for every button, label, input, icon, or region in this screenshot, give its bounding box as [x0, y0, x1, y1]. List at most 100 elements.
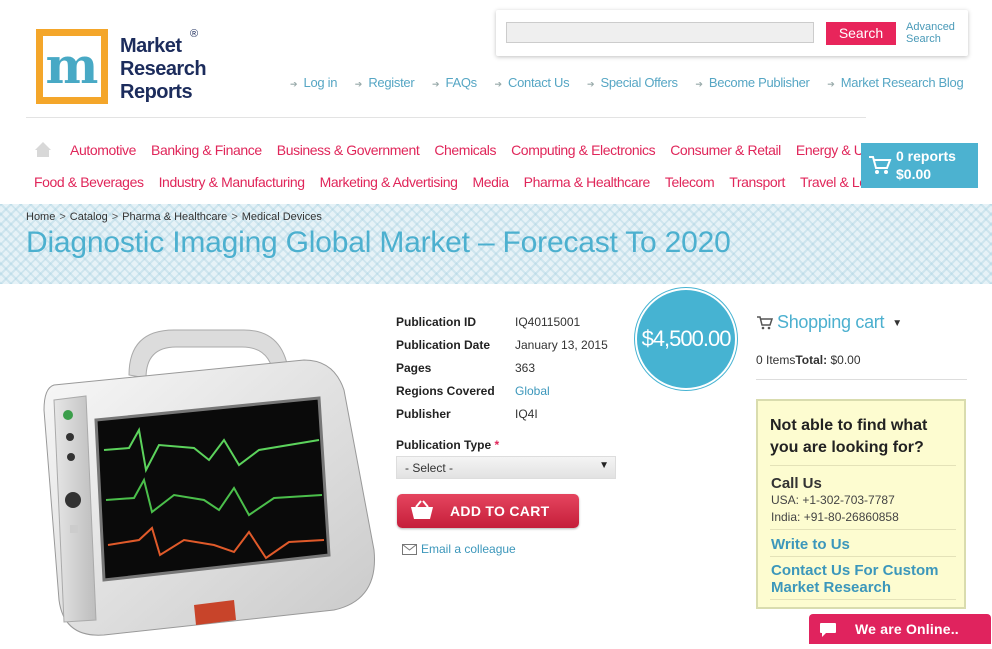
help-divider	[770, 599, 956, 600]
shopping-cart-toggle[interactable]: Shopping cart ▼	[756, 312, 902, 333]
publication-type-select[interactable]: - Select - ▼	[396, 456, 616, 479]
chat-bubble-icon	[820, 623, 836, 637]
price-badge: $4,500.00	[637, 290, 735, 388]
blog-link[interactable]: Market Research Blog	[841, 75, 964, 90]
contact-us-link[interactable]: Contact Us	[508, 75, 570, 90]
shopping-cart-title: Shopping cart	[777, 312, 885, 332]
advanced-search-link[interactable]: Advanced Search	[906, 21, 955, 45]
publisher-label: Publisher	[396, 407, 451, 421]
sidebar-divider	[756, 379, 967, 380]
chevron-down-icon: ▼	[892, 318, 902, 329]
cart-total: $0.00	[896, 166, 932, 182]
logo-line-2: Research	[120, 58, 207, 80]
search-button[interactable]: Search	[826, 22, 896, 45]
arrow-icon: ➔	[431, 79, 440, 89]
publication-id-label: Publication ID	[396, 315, 477, 329]
cart-icon	[869, 156, 892, 174]
logo-wordmark[interactable]: Market Research Reports	[120, 35, 207, 104]
product-image	[43, 329, 375, 636]
arrow-icon: ➔	[827, 79, 835, 89]
arrow-icon: ➔	[695, 79, 703, 89]
arrow-icon: ➔	[494, 79, 503, 89]
logo-line-3: Reports	[120, 81, 193, 103]
publication-type-label: Publication Type *	[396, 438, 499, 452]
category-banking-finance[interactable]: Banking & Finance	[151, 142, 262, 158]
header-cart-button[interactable]: 0 reports $0.00	[861, 143, 978, 188]
cart-total-value: $0.00	[827, 353, 861, 367]
category-telecom[interactable]: Telecom	[665, 174, 715, 190]
faqs-link[interactable]: FAQs	[446, 75, 478, 90]
search-input[interactable]	[506, 22, 814, 43]
breadcrumb-separator: >	[111, 211, 119, 223]
page-title: Diagnostic Imaging Global Market – Forec…	[26, 226, 731, 259]
chevron-down-icon: ▼	[599, 460, 609, 471]
basket-icon	[411, 500, 433, 519]
breadcrumb-current: Medical Devices	[241, 211, 322, 223]
category-pharma-healthcare[interactable]: Pharma & Healthcare	[524, 174, 651, 190]
cart-total-label: Total:	[795, 353, 828, 367]
breadcrumb-separator: >	[59, 211, 66, 223]
breadcrumb-pharma[interactable]: Pharma & Healthcare	[122, 211, 227, 223]
cart-icon	[757, 316, 774, 330]
breadcrumb-home[interactable]: Home	[26, 211, 55, 223]
top-links: ➔ Log in ➔ Register ➔ FAQs ➔ Contact Us ➔ Spe…	[290, 75, 977, 91]
cart-items-count: 0 Items	[756, 353, 796, 367]
email-colleague-label: Email a colleague	[421, 542, 516, 556]
help-divider	[770, 529, 956, 530]
email-colleague-link[interactable]: Email a colleague	[402, 542, 516, 556]
logo-letter: m	[45, 36, 99, 95]
category-industry-manufacturing[interactable]: Industry & Manufacturing	[159, 174, 305, 190]
arrow-icon: ➔	[586, 79, 595, 89]
search-panel: Search Advanced Search	[496, 10, 968, 56]
shopping-cart-summary: 0 ItemsTotal: $0.00	[756, 353, 861, 367]
help-divider	[770, 556, 956, 557]
help-question: Not able to find what you are looking fo…	[770, 417, 928, 456]
breadcrumb: Home > Catalog > Pharma & Healthcare > Medical…	[26, 211, 322, 223]
custom-research-link[interactable]: Contact Us For Custom Market Research	[771, 562, 961, 596]
regions-label: Regions Covered	[396, 384, 495, 398]
live-chat-button[interactable]: We are Online..	[809, 614, 991, 644]
publication-id-value: IQ40115001	[515, 315, 581, 329]
help-divider	[770, 465, 956, 466]
arrow-icon: ➔	[290, 79, 298, 89]
regions-link[interactable]: Global	[515, 380, 550, 403]
register-link[interactable]: Register	[368, 75, 414, 90]
add-to-cart-button[interactable]: ADD TO CART	[397, 494, 579, 528]
category-food-beverages[interactable]: Food & Beverages	[34, 174, 144, 190]
publisher-value: IQ4I	[515, 407, 538, 421]
breadcrumb-separator: >	[231, 211, 238, 223]
advanced-search-line-2: Search	[906, 33, 941, 45]
category-media[interactable]: Media	[472, 174, 509, 190]
cart-count: 0 reports	[896, 148, 956, 164]
publication-type-text: Publication Type	[396, 438, 492, 452]
category-nav-row-2: Food & Beverages Industry & Manufacturing…	[34, 174, 910, 190]
publication-date-value: January 13, 2015	[515, 338, 608, 352]
category-nav-row-1: Automotive Banking & Finance Business & Go…	[70, 142, 910, 158]
registered-mark: ®	[190, 28, 199, 40]
login-link[interactable]: Log in	[304, 75, 338, 90]
pages-label: Pages	[396, 361, 432, 375]
category-business-government[interactable]: Business & Government	[277, 142, 420, 158]
chat-label: We are Online..	[855, 621, 959, 637]
category-computing-electronics[interactable]: Computing & Electronics	[511, 142, 655, 158]
publication-date-label: Publication Date	[396, 338, 491, 352]
category-transport[interactable]: Transport	[729, 174, 785, 190]
phone-india: India: +91-80-26860858	[771, 510, 899, 524]
category-chemicals[interactable]: Chemicals	[434, 142, 496, 158]
logo-mark[interactable]: m	[36, 29, 108, 104]
write-to-us-link[interactable]: Write to Us	[771, 536, 850, 553]
pages-value: 363	[515, 361, 536, 375]
call-us-heading: Call Us	[771, 475, 822, 492]
add-to-cart-label: ADD TO CART	[450, 503, 550, 519]
category-marketing-advertising[interactable]: Marketing & Advertising	[320, 174, 458, 190]
special-offers-link[interactable]: Special Offers	[601, 75, 679, 90]
category-consumer-retail[interactable]: Consumer & Retail	[670, 142, 781, 158]
become-publisher-link[interactable]: Become Publisher	[709, 75, 810, 90]
price: $4,500.00	[641, 326, 732, 351]
breadcrumb-catalog[interactable]: Catalog	[70, 211, 108, 223]
category-automotive[interactable]: Automotive	[70, 142, 136, 158]
required-mark: *	[494, 438, 500, 452]
envelope-icon	[402, 544, 417, 555]
advanced-search-line-1: Advanced	[906, 21, 955, 33]
home-icon[interactable]	[34, 141, 52, 158]
